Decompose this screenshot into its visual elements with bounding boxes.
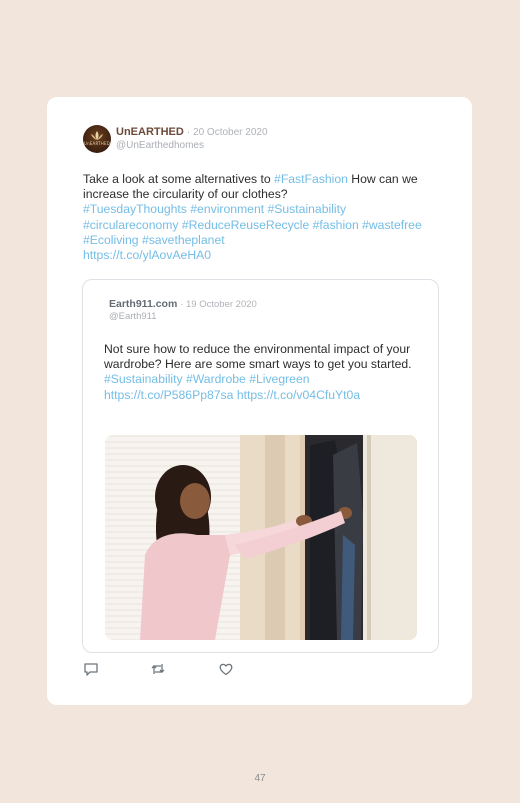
author-name[interactable]: UnEARTHED [116,126,184,138]
quoted-link-1[interactable]: https://t.co/P586Pp87sa [104,388,233,402]
quoted-tweet[interactable]: Earth911.com · 19 October 2020 @Earth911… [82,279,439,653]
quoted-photo[interactable] [105,435,417,640]
tweet-link[interactable]: https://t.co/ylAovAeHA0 [83,248,211,262]
avatar[interactable]: UnEARTHED [83,125,111,153]
hashtag-fastfashion[interactable]: #FastFashion [274,172,348,186]
avatar-logo-text: UnEARTHED [83,141,111,146]
quoted-author-line: Earth911.com · 19 October 2020 [109,298,257,310]
tweet-card: UnEARTHED UnEARTHED · 20 October 2020 @U… [47,97,472,705]
tweet-text-part-1: Take a look at some alternatives to [83,172,275,186]
tweet-body: Take a look at some alternatives to #Fas… [83,172,443,263]
tweet-date[interactable]: · 20 October 2020 [187,127,268,138]
quoted-hashtags[interactable]: #Sustainability #Wardrobe #Livegreen [104,372,310,386]
tweet-header: UnEARTHED UnEARTHED · 20 October 2020 @U… [83,125,463,157]
tweet-actions [83,661,283,677]
retweet-icon[interactable] [150,661,166,677]
quoted-handle[interactable]: @Earth911 [109,311,157,322]
quoted-link-2[interactable]: https://t.co/v04CfuYt0a [237,388,360,402]
heart-icon[interactable] [218,661,234,677]
quoted-text: Not sure how to reduce the environmental… [104,342,412,372]
quoted-date[interactable]: · 19 October 2020 [180,299,257,310]
author-handle[interactable]: @UnEarthedhomes [116,140,204,151]
quoted-body: Not sure how to reduce the environmental… [104,342,424,403]
page-number: 47 [254,773,266,784]
author-line: UnEARTHED · 20 October 2020 [116,126,268,138]
lotus-logo-icon [91,131,103,140]
reply-icon[interactable] [83,661,99,677]
wardrobe-photo-illustration [105,435,417,640]
quoted-author-name[interactable]: Earth911.com [109,298,177,310]
tweet-hashtags[interactable]: #TuesdayThoughts #environment #Sustainab… [83,202,422,246]
